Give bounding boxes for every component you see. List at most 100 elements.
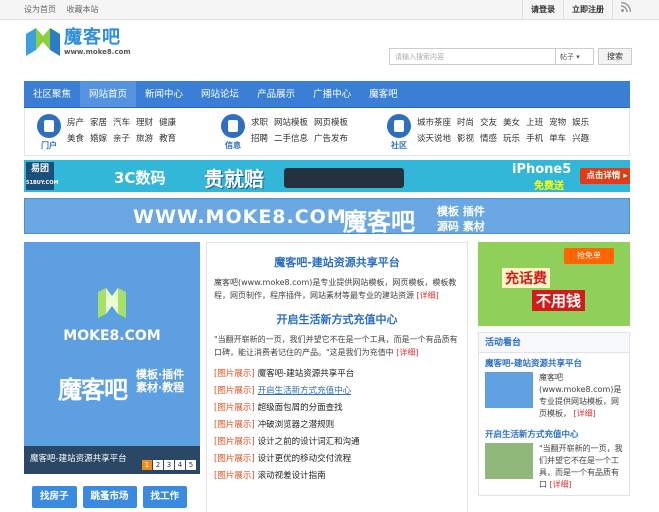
headline1-title[interactable]: 魔客吧-建站资源共享平台 xyxy=(207,254,467,270)
slider-page-3[interactable]: 3 xyxy=(164,460,174,470)
recharge-ad[interactable]: 抢免单 充话费 不用钱 xyxy=(478,242,630,326)
category-link[interactable]: 城市茶座 xyxy=(417,118,451,128)
activity-more-link[interactable]: [详细] xyxy=(574,409,596,418)
category-link[interactable]: 二手信息 xyxy=(274,134,308,144)
news-item[interactable]: [图片展示] 滚动视差设计指南 xyxy=(214,469,467,486)
category-link[interactable]: 求职 xyxy=(251,118,268,128)
news-tag[interactable]: [图片展示] xyxy=(214,454,255,464)
category-link[interactable]: 房产 xyxy=(67,118,84,128)
tag-find-job[interactable]: 找工作 xyxy=(142,486,188,508)
slider-page-4[interactable]: 4 xyxy=(175,460,185,470)
category-link[interactable]: 娱乐 xyxy=(572,118,589,128)
promo-banner-3c[interactable]: 易团 51BUY.COM 3C数码 贵就赔 iPhone5 免费送 点击详情 ▸ xyxy=(24,160,630,192)
bookmark-link[interactable]: 收藏本站 xyxy=(67,5,99,14)
news-title[interactable]: 开启生活新方式充值中心 xyxy=(258,386,352,396)
category-link[interactable]: 网页模板 xyxy=(314,118,348,128)
slider-page-5[interactable]: 5 xyxy=(186,460,196,470)
activity-more-link[interactable]: [详细] xyxy=(550,480,572,489)
category-label[interactable]: 信息 xyxy=(221,140,245,151)
news-title[interactable]: 魔客吧-建站资源共享平台 xyxy=(258,369,355,379)
category-link[interactable]: 广告发布 xyxy=(314,134,348,144)
news-title[interactable]: 滚动视差设计指南 xyxy=(258,471,326,481)
slider-caption[interactable]: 魔客吧-建站资源共享平台 1 2 3 4 5 xyxy=(24,446,200,474)
category-link[interactable]: 网站模板 xyxy=(274,118,308,128)
headline2-more-link[interactable]: [详细] xyxy=(396,348,418,357)
search-input[interactable]: 请输入搜索内容 xyxy=(389,48,556,65)
site-logo[interactable]: 魔客吧 www.moke8.com xyxy=(26,28,131,56)
tag-flea-market[interactable]: 跳蚤市场 xyxy=(82,486,137,508)
slider-page-2[interactable]: 2 xyxy=(153,460,163,470)
info-icon[interactable] xyxy=(221,114,245,138)
headline1-more-link[interactable]: [详细] xyxy=(417,291,439,300)
category-link[interactable]: 健康 xyxy=(159,118,176,128)
details-button[interactable]: 点击详情 ▸ xyxy=(580,168,630,184)
category-link[interactable]: 家居 xyxy=(90,118,107,128)
category-link[interactable]: 旅游 xyxy=(136,134,153,144)
category-link[interactable]: 美食 xyxy=(67,134,84,144)
activity-title[interactable]: 开启生活新方式充值中心 xyxy=(485,428,623,440)
news-title[interactable]: 超级面包屑的分面查找 xyxy=(258,403,343,413)
news-title[interactable]: 冲破浏览器之潜规则 xyxy=(258,420,335,430)
news-tag[interactable]: [图片展示] xyxy=(214,420,255,430)
category-link[interactable]: 理财 xyxy=(136,118,153,128)
category-link[interactable]: 时尚 xyxy=(457,118,474,128)
category-link[interactable]: 招聘 xyxy=(251,134,268,144)
tag-find-house[interactable]: 找房子 xyxy=(32,486,77,508)
news-tag[interactable]: [图片展示] xyxy=(214,437,255,447)
category-link[interactable]: 情感 xyxy=(480,134,497,144)
activity-item[interactable]: 开启生活新方式充值中心 "当翻开崭新的一页，我们并望它不在是一个工具，而是一个有… xyxy=(479,424,629,495)
news-item[interactable]: [图片展示] 冲破浏览器之潜规则 xyxy=(214,418,467,435)
category-link[interactable]: 交友 xyxy=(480,118,497,128)
category-link[interactable]: 玩乐 xyxy=(503,134,520,144)
rss-icon[interactable] xyxy=(612,0,639,20)
image-slider[interactable]: MOKE8.COM 魔客吧 模板·插件 素材·教程 魔客吧-建站资源共享平台 1 … xyxy=(24,242,200,474)
category-link[interactable]: 美女 xyxy=(503,118,520,128)
set-homepage-link[interactable]: 设为首页 xyxy=(24,5,56,14)
category-link[interactable]: 亲子 xyxy=(113,134,130,144)
news-item[interactable]: [图片展示] 开启生活新方式充值中心 xyxy=(214,384,467,401)
nav-item-forum[interactable]: 网站论坛 xyxy=(192,81,248,107)
news-item[interactable]: [图片展示] 设计之前的设计词汇和沟通 xyxy=(214,435,467,452)
category-link[interactable]: 手机 xyxy=(526,134,543,144)
news-item[interactable]: [图片展示] 超级面包屑的分面查找 xyxy=(214,401,467,418)
news-tag[interactable]: [图片展示] xyxy=(214,471,255,481)
community-icon[interactable] xyxy=(387,114,411,138)
login-link[interactable]: 请登录 xyxy=(522,0,563,20)
category-link[interactable]: 谈天说地 xyxy=(417,134,451,144)
portal-icon[interactable] xyxy=(37,114,61,138)
category-link[interactable]: 教育 xyxy=(159,134,176,144)
category-link[interactable]: 上班 xyxy=(526,118,543,128)
news-title[interactable]: 设计更优的移动交付流程 xyxy=(258,454,352,464)
category-label[interactable]: 社区 xyxy=(387,140,411,151)
register-link[interactable]: 立即注册 xyxy=(563,0,612,20)
nav-item-news[interactable]: 新闻中心 xyxy=(136,81,192,107)
news-title[interactable]: 设计之前的设计词汇和沟通 xyxy=(258,437,360,447)
search-button[interactable]: 搜索 xyxy=(598,48,632,65)
slider-page-1[interactable]: 1 xyxy=(142,460,152,470)
category-label[interactable]: 门户 xyxy=(37,140,61,151)
news-tag[interactable]: [图片展示] xyxy=(214,369,255,379)
news-tag[interactable]: [图片展示] xyxy=(214,386,255,396)
headline2-title[interactable]: 开启生活新方式充值中心 xyxy=(207,311,467,327)
category-link[interactable]: 兴趣 xyxy=(572,134,589,144)
nav-item-broadcast[interactable]: 广播中心 xyxy=(304,81,360,107)
news-tag[interactable]: [图片展示] xyxy=(214,403,255,413)
nav-item-community[interactable]: 社区聚焦 xyxy=(24,81,80,107)
nav-item-products[interactable]: 产品展示 xyxy=(248,81,304,107)
category-link[interactable]: 宠物 xyxy=(549,118,566,128)
activity-thumbnail[interactable] xyxy=(485,443,533,479)
activity-item[interactable]: 魔客吧-建站资源共享平台 魔客吧(www.moke8.com)是专业提供网站模板… xyxy=(479,353,629,424)
nav-item-home[interactable]: 网站首页 xyxy=(80,81,137,107)
activity-thumbnail[interactable] xyxy=(485,372,533,408)
moke8-banner[interactable]: WWW.MOKE8.COM 魔客吧 模板 插件 源码 素材 xyxy=(24,198,630,236)
category-link[interactable]: 婚嫁 xyxy=(90,134,107,144)
category-link[interactable]: 汽车 xyxy=(113,118,130,128)
news-item[interactable]: [图片展示] 设计更优的移动交付流程 xyxy=(214,452,467,469)
banner-sub2: 源码 素材 xyxy=(437,220,485,233)
nav-item-moke8[interactable]: 魔客吧 xyxy=(360,81,407,107)
activity-title[interactable]: 魔客吧-建站资源共享平台 xyxy=(485,357,623,369)
category-link[interactable]: 影视 xyxy=(457,134,474,144)
category-link[interactable]: 单车 xyxy=(549,134,566,144)
search-scope-select[interactable]: 帖子 ▾ xyxy=(556,48,594,65)
news-item[interactable]: [图片展示] 魔客吧-建站资源共享平台 xyxy=(214,367,467,384)
